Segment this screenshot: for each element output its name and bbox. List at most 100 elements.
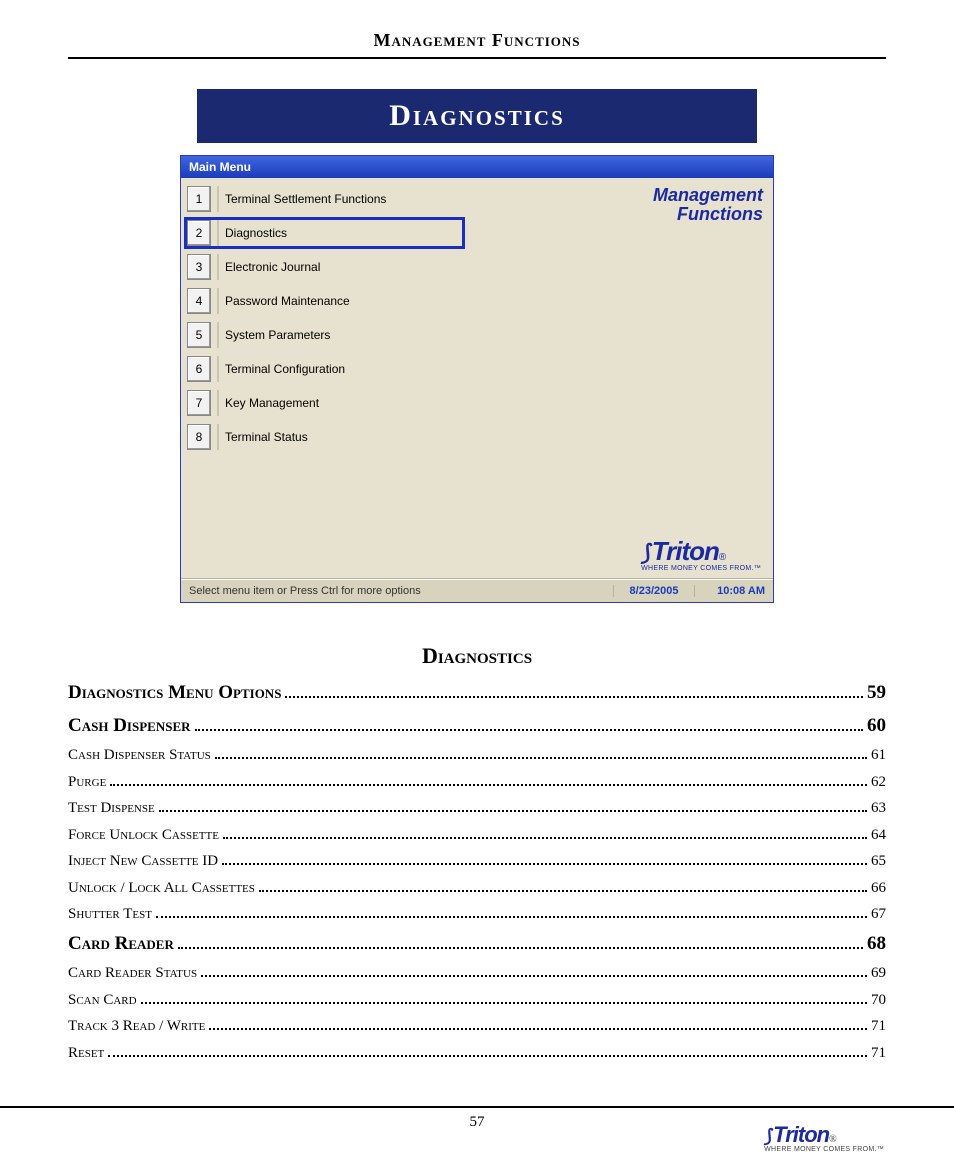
toc-entry-page: 59 xyxy=(867,679,886,708)
toc-entry-label: Purge xyxy=(68,771,106,794)
toc-entry[interactable]: Inject New Cassette ID 65 xyxy=(68,850,886,873)
chapter-banner: Diagnostics xyxy=(197,89,757,143)
embedded-screenshot: Main Menu 1Terminal Settlement Functions… xyxy=(180,155,774,603)
toc-entry[interactable]: Force Unlock Cassette 64 xyxy=(68,824,886,847)
status-bar: Select menu item or Press Ctrl for more … xyxy=(181,579,773,602)
menu-item-label: Key Management xyxy=(217,390,462,416)
toc-entry[interactable]: Test Dispense 63 xyxy=(68,797,886,820)
menu-item-label: System Parameters xyxy=(217,322,462,348)
triton-logo-tagline: WHERE MONEY COMES FROM.™ xyxy=(764,1146,884,1153)
toc-entry[interactable]: Purge 62 xyxy=(68,771,886,794)
triton-logo-word: Triton xyxy=(773,1122,829,1148)
toc-entry-label: Unlock / Lock All Cassettes xyxy=(68,877,255,900)
toc-entry-page: 65 xyxy=(871,850,886,873)
toc-entry-label: Cash Dispenser Status xyxy=(68,744,211,767)
menu-item-label: Terminal Status xyxy=(217,424,462,450)
toc-entry-label: Card Reader Status xyxy=(68,962,197,985)
toc-entry-page: 64 xyxy=(871,824,886,847)
triton-logo-word: Triton xyxy=(652,536,719,567)
toc-leader xyxy=(209,1016,867,1030)
triton-logo-icon: ⟆ xyxy=(764,1126,771,1147)
menu-item-label: Diagnostics xyxy=(217,220,462,246)
toc-entry[interactable]: Track 3 Read / Write 71 xyxy=(68,1015,886,1038)
menu-item-label: Terminal Settlement Functions xyxy=(217,186,462,212)
menu-item-number-button[interactable]: 5 xyxy=(187,322,211,348)
toc-entry-label: Shutter Test xyxy=(68,903,152,926)
menu-item-number-button[interactable]: 2 xyxy=(187,220,211,246)
toc-leader xyxy=(259,878,867,892)
toc-entry-page: 60 xyxy=(867,712,886,741)
toc-leader xyxy=(201,963,867,977)
registered-icon: ® xyxy=(719,552,726,563)
menu-item-number-button[interactable]: 1 xyxy=(187,186,211,212)
toc-entry[interactable]: Card Reader 68 xyxy=(68,930,886,959)
toc-leader xyxy=(285,684,863,698)
toc-entry[interactable]: Scan Card 70 xyxy=(68,989,886,1012)
toc-entry-label: Diagnostics Menu Options xyxy=(68,679,281,708)
toc-entry[interactable]: Cash Dispenser Status 61 xyxy=(68,744,886,767)
menu-item[interactable]: 3Electronic Journal xyxy=(187,254,462,280)
menu-item-number-button[interactable]: 4 xyxy=(187,288,211,314)
triton-logo: ⟆ Triton ® WHERE MONEY COMES FROM.™ xyxy=(641,536,761,572)
menu-item[interactable]: 6Terminal Configuration xyxy=(187,356,462,382)
main-menu-list: 1Terminal Settlement Functions2Diagnosti… xyxy=(187,186,462,458)
menu-item[interactable]: 4Password Maintenance xyxy=(187,288,462,314)
menu-item[interactable]: 1Terminal Settlement Functions xyxy=(187,186,462,212)
toc-leader xyxy=(108,1043,867,1057)
toc-entry-page: 71 xyxy=(871,1042,886,1065)
toc-entry[interactable]: Reset 71 xyxy=(68,1042,886,1065)
toc-entry[interactable]: Unlock / Lock All Cassettes 66 xyxy=(68,877,886,900)
menu-item-label: Terminal Configuration xyxy=(217,356,462,382)
toc-entry-page: 67 xyxy=(871,903,886,926)
menu-item[interactable]: 2Diagnostics xyxy=(187,220,462,246)
management-functions-label: ManagementFunctions xyxy=(653,186,763,224)
toc-entry-label: Force Unlock Cassette xyxy=(68,824,219,847)
toc-entry-label: Reset xyxy=(68,1042,104,1065)
status-time: 10:08 AM xyxy=(694,585,773,597)
menu-item-number-button[interactable]: 3 xyxy=(187,254,211,280)
toc-leader xyxy=(222,851,867,865)
toc-title: Diagnostics xyxy=(68,643,886,669)
toc-leader xyxy=(178,935,863,949)
toc-entry[interactable]: Card Reader Status 69 xyxy=(68,962,886,985)
running-header: Management Functions xyxy=(68,30,886,59)
triton-logo-icon: ⟆ xyxy=(641,540,650,566)
menu-item-number-button[interactable]: 8 xyxy=(187,424,211,450)
toc-entry[interactable]: Diagnostics Menu Options 59 xyxy=(68,679,886,708)
toc-entry-page: 62 xyxy=(871,771,886,794)
toc-leader xyxy=(159,798,867,812)
toc-entry-page: 69 xyxy=(871,962,886,985)
toc-leader xyxy=(141,990,867,1004)
status-date: 8/23/2005 xyxy=(613,585,694,597)
triton-logo-tagline: WHERE MONEY COMES FROM.™ xyxy=(641,565,761,572)
toc-entry-page: 71 xyxy=(871,1015,886,1038)
toc-entry[interactable]: Cash Dispenser 60 xyxy=(68,712,886,741)
toc-leader xyxy=(195,717,863,731)
status-hint: Select menu item or Press Ctrl for more … xyxy=(181,585,613,597)
toc-entry-label: Track 3 Read / Write xyxy=(68,1015,205,1038)
menu-item-number-button[interactable]: 6 xyxy=(187,356,211,382)
table-of-contents: Diagnostics Menu Options 59 Cash Dispense… xyxy=(68,679,886,1064)
menu-item[interactable]: 7Key Management xyxy=(187,390,462,416)
toc-leader xyxy=(215,745,867,759)
menu-item-number-button[interactable]: 7 xyxy=(187,390,211,416)
document-page: Management Functions Diagnostics Main Me… xyxy=(0,0,954,1159)
toc-entry-page: 61 xyxy=(871,744,886,767)
toc-leader xyxy=(223,825,867,839)
menu-item-label: Password Maintenance xyxy=(217,288,462,314)
menu-item[interactable]: 5System Parameters xyxy=(187,322,462,348)
toc-entry-label: Card Reader xyxy=(68,930,174,959)
window-body: 1Terminal Settlement Functions2Diagnosti… xyxy=(181,178,773,579)
footer-triton-logo: ⟆ Triton ® WHERE MONEY COMES FROM.™ xyxy=(764,1122,884,1153)
toc-entry-page: 68 xyxy=(867,930,886,959)
toc-entry-label: Inject New Cassette ID xyxy=(68,850,218,873)
toc-entry-label: Test Dispense xyxy=(68,797,155,820)
menu-item[interactable]: 8Terminal Status xyxy=(187,424,462,450)
window-titlebar: Main Menu xyxy=(181,156,773,178)
toc-entry-label: Scan Card xyxy=(68,989,137,1012)
registered-icon: ® xyxy=(829,1134,837,1145)
toc-leader xyxy=(110,772,867,786)
menu-item-label: Electronic Journal xyxy=(217,254,462,280)
toc-entry-page: 63 xyxy=(871,797,886,820)
toc-entry[interactable]: Shutter Test 67 xyxy=(68,903,886,926)
